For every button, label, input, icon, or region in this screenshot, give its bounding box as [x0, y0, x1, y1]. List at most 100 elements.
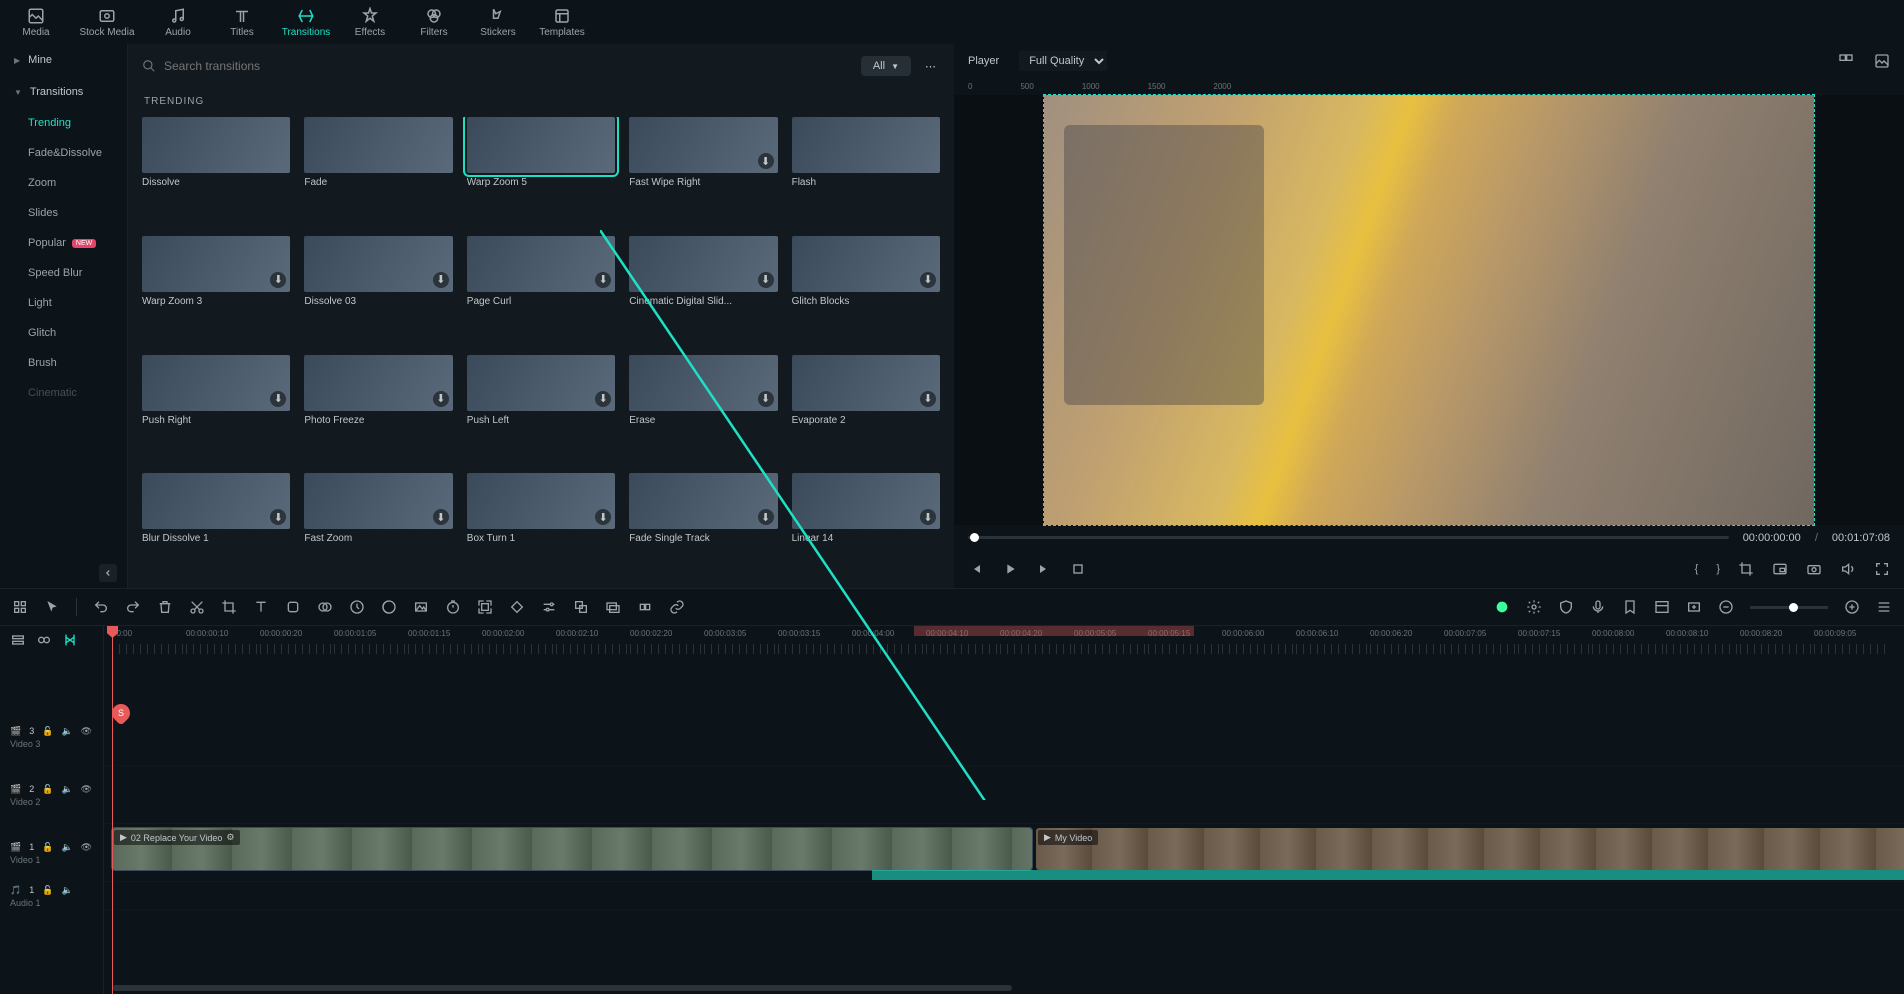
transition-thumb[interactable]: ⬇ [629, 117, 777, 173]
download-icon[interactable]: ⬇ [433, 509, 449, 525]
cat-speed-blur[interactable]: Speed Blur [0, 258, 127, 288]
transition-item[interactable]: Warp Zoom 5 [467, 117, 615, 222]
settings-icon[interactable] [1526, 599, 1542, 615]
download-icon[interactable]: ⬇ [758, 391, 774, 407]
zoom-in-button[interactable] [1844, 599, 1860, 615]
record-button[interactable] [1494, 599, 1510, 615]
link-button[interactable] [669, 599, 685, 615]
mute-icon[interactable]: 🔈 [61, 842, 72, 853]
transition-item[interactable]: Flash [792, 117, 940, 222]
transition-item[interactable]: ⬇Photo Freeze [304, 355, 452, 460]
transition-thumb[interactable]: ⬇ [629, 473, 777, 529]
tab-titles[interactable]: Titles [210, 0, 274, 44]
scrub-bar[interactable] [968, 536, 1729, 539]
transition-thumb[interactable]: ⬇ [304, 355, 452, 411]
transition-item[interactable]: ⬇Fast Zoom [304, 473, 452, 578]
track-opt1-icon[interactable] [10, 632, 26, 648]
transition-thumb[interactable] [304, 117, 452, 173]
marker-icon[interactable] [1622, 599, 1638, 615]
tab-templates[interactable]: Templates [530, 0, 594, 44]
redo-button[interactable] [125, 599, 141, 615]
filter-dropdown[interactable]: All▼ [861, 56, 911, 76]
download-icon[interactable]: ⬇ [595, 391, 611, 407]
mask-button[interactable] [317, 599, 333, 615]
crop-button[interactable] [221, 599, 237, 615]
speed-button[interactable] [349, 599, 365, 615]
nest-button[interactable] [605, 599, 621, 615]
shape-button[interactable] [285, 599, 301, 615]
transition-thumb[interactable] [142, 117, 290, 173]
cat-fade-dissolve[interactable]: Fade&Dissolve [0, 138, 127, 168]
search-input[interactable] [164, 59, 851, 73]
prev-frame-button[interactable] [968, 561, 984, 577]
download-icon[interactable]: ⬇ [920, 272, 936, 288]
cat-brush[interactable]: Brush [0, 348, 127, 378]
track-opt2-icon[interactable] [36, 632, 52, 648]
more-options-button[interactable]: ⋯ [921, 56, 940, 77]
download-icon[interactable]: ⬇ [270, 391, 286, 407]
download-icon[interactable]: ⬇ [270, 509, 286, 525]
sliders-button[interactable] [541, 599, 557, 615]
track-head-audio1[interactable]: 🎵1🔓🔈 Audio 1 [0, 882, 103, 910]
cat-slides[interactable]: Slides [0, 198, 127, 228]
transition-thumb[interactable]: ⬇ [629, 236, 777, 292]
cat-trending[interactable]: Trending [0, 108, 127, 138]
mute-icon[interactable]: 🔈 [61, 784, 72, 795]
transition-item[interactable]: ⬇Dissolve 03 [304, 236, 452, 341]
download-icon[interactable]: ⬇ [270, 272, 286, 288]
track-opt3-icon[interactable] [62, 632, 78, 648]
transition-thumb[interactable]: ⬇ [142, 473, 290, 529]
transition-item[interactable]: ⬇Erase [629, 355, 777, 460]
pointer-tool[interactable] [44, 599, 60, 615]
list-view-icon[interactable] [1876, 599, 1892, 615]
tab-media[interactable]: Media [4, 0, 68, 44]
transition-thumb[interactable]: ⬇ [792, 236, 940, 292]
transition-item[interactable]: ⬇Glitch Blocks [792, 236, 940, 341]
tab-stock-media[interactable]: Stock Media [68, 0, 146, 44]
transition-thumb[interactable]: ⬇ [467, 236, 615, 292]
group-button[interactable] [573, 599, 589, 615]
preview-viewport[interactable] [954, 95, 1904, 525]
tracker-button[interactable] [477, 599, 493, 615]
download-icon[interactable]: ⬇ [433, 272, 449, 288]
download-icon[interactable]: ⬇ [758, 509, 774, 525]
download-icon[interactable]: ⬇ [758, 153, 774, 169]
transition-item[interactable]: ⬇Push Right [142, 355, 290, 460]
layout-icon[interactable] [1654, 599, 1670, 615]
transition-thumb[interactable]: ⬇ [304, 473, 452, 529]
track-video3[interactable] [104, 708, 1904, 766]
play-button[interactable] [1002, 561, 1018, 577]
cut-button[interactable] [189, 599, 205, 615]
transition-thumb[interactable]: ⬇ [629, 355, 777, 411]
volume-icon[interactable] [1840, 561, 1856, 577]
cat-popular[interactable]: PopularNEW [0, 228, 127, 258]
mute-icon[interactable]: 🔈 [61, 885, 72, 896]
preview-canvas[interactable] [1044, 95, 1814, 525]
cat-cinematic[interactable]: Cinematic [0, 378, 127, 408]
track-audio1[interactable] [104, 882, 1904, 910]
transition-thumb[interactable]: ⬇ [304, 236, 452, 292]
tab-stickers[interactable]: Stickers [466, 0, 530, 44]
text-button[interactable] [253, 599, 269, 615]
quality-select[interactable]: Full Quality [1019, 51, 1107, 71]
zoom-slider[interactable] [1750, 606, 1828, 609]
download-icon[interactable]: ⬇ [595, 272, 611, 288]
shield-icon[interactable] [1558, 599, 1574, 615]
select-tool[interactable] [12, 599, 28, 615]
sidebar-transitions[interactable]: ▼Transitions [0, 76, 127, 108]
clip-my-video[interactable]: ▶My Video [1036, 828, 1904, 870]
download-icon[interactable]: ⬇ [433, 391, 449, 407]
transition-thumb[interactable] [792, 117, 940, 173]
sidebar-mine[interactable]: ▶Mine [0, 44, 127, 76]
transition-item[interactable]: ⬇Page Curl [467, 236, 615, 341]
transition-thumb[interactable]: ⬇ [792, 473, 940, 529]
eye-icon[interactable]: 👁 [81, 726, 92, 737]
crop-icon[interactable] [1738, 561, 1754, 577]
transition-item[interactable]: ⬇Cinematic Digital Slid... [629, 236, 777, 341]
transition-thumb[interactable] [467, 117, 615, 173]
playhead[interactable] [112, 626, 113, 994]
keyframe-button[interactable] [509, 599, 525, 615]
timeline-scrollbar[interactable] [112, 985, 1012, 991]
tab-effects[interactable]: Effects [338, 0, 402, 44]
pip-icon[interactable] [1772, 561, 1788, 577]
